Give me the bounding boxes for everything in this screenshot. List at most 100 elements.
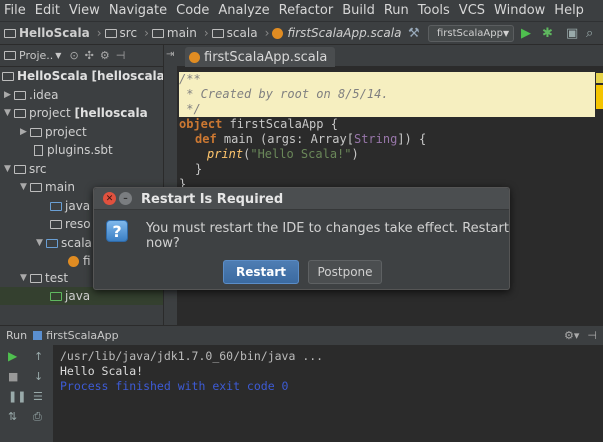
- run-panel-label: Run: [6, 329, 28, 342]
- menu-run[interactable]: Run: [384, 3, 409, 18]
- code-line: */: [179, 102, 201, 116]
- menu-analyze[interactable]: Analyze: [218, 3, 269, 18]
- tree-node-idea[interactable]: ▶ .idea: [4, 86, 59, 104]
- scala-run-icon: [33, 331, 43, 340]
- build-icon[interactable]: ⚒: [408, 26, 420, 41]
- triangle-down-icon[interactable]: ▼: [20, 273, 30, 283]
- run-configuration-select[interactable]: firstScalaApp ▼: [428, 25, 514, 42]
- code-line: print("Hello Scala!"): [207, 147, 359, 161]
- soft-wrap-icon[interactable]: ☰: [33, 390, 43, 403]
- breadcrumb-scala[interactable]: scala: [211, 26, 258, 40]
- warning-marker[interactable]: [596, 73, 603, 83]
- source-folder-icon: [50, 201, 62, 211]
- tree-node-test[interactable]: ▼ test: [20, 269, 68, 287]
- resources-folder-icon: [50, 219, 62, 229]
- settings-icon[interactable]: ✣: [85, 49, 94, 62]
- run-panel-header: Run firstScalaApp ⚙▾ ⊣: [0, 325, 603, 345]
- folder-icon: [14, 90, 26, 100]
- hide-panel-icon[interactable]: ⊣: [587, 329, 597, 342]
- project-structure-icon[interactable]: ▣: [566, 26, 578, 41]
- code-line: * Created by root on 8/5/14.: [179, 87, 389, 101]
- code-line: /**: [179, 72, 201, 86]
- breadcrumb-helloscala[interactable]: HelloScala: [4, 26, 90, 40]
- chevron-right-icon: ›: [144, 26, 149, 40]
- restart-button[interactable]: Restart: [223, 260, 299, 284]
- debug-icon[interactable]: ✱: [542, 26, 553, 41]
- scroll-icon[interactable]: ⇥: [166, 49, 174, 60]
- tree-node-resources[interactable]: reso: [50, 215, 91, 233]
- tree-node-project[interactable]: ▶ project: [20, 123, 87, 141]
- triangle-right-icon[interactable]: ▶: [4, 90, 14, 100]
- menu-edit[interactable]: Edit: [35, 3, 60, 18]
- folder-icon: [4, 28, 16, 38]
- breadcrumb-main[interactable]: main: [151, 26, 197, 40]
- menu-window[interactable]: Window: [494, 3, 545, 18]
- folder-icon: [211, 28, 224, 38]
- menu-vcs[interactable]: VCS: [459, 3, 485, 18]
- folder-icon: [151, 28, 164, 38]
- tree-node-main-java[interactable]: java: [50, 197, 90, 215]
- console-line: Hello Scala!: [60, 364, 144, 378]
- folder-icon: [30, 182, 42, 192]
- run-console[interactable]: /usr/lib/java/jdk1.7.0_60/bin/java ... H…: [54, 345, 603, 442]
- triangle-down-icon[interactable]: ▼: [36, 238, 46, 248]
- menu-help[interactable]: Help: [554, 3, 584, 18]
- triangle-down-icon[interactable]: ▼: [4, 164, 14, 174]
- editor-tab-bar: firstScalaApp.scala: [177, 45, 603, 67]
- chevron-right-icon: ›: [264, 26, 270, 40]
- project-view-select[interactable]: Proje..: [19, 49, 53, 62]
- minimize-icon[interactable]: –: [119, 192, 132, 205]
- console-line: /usr/lib/java/jdk1.7.0_60/bin/java ...: [60, 349, 324, 363]
- folder-icon: [4, 51, 16, 60]
- run-config-tab[interactable]: firstScalaApp: [46, 329, 119, 342]
- menu-build[interactable]: Build: [342, 3, 375, 18]
- dialog-titlebar: ✕ – Restart Is Required: [94, 188, 509, 210]
- arrow-up-icon[interactable]: ↑: [34, 350, 43, 363]
- menu-file[interactable]: File: [4, 3, 26, 18]
- breadcrumb-file[interactable]: firstScalaApp.scala: [272, 26, 401, 40]
- tree-node-plugins-sbt[interactable]: plugins.sbt: [34, 141, 113, 159]
- breadcrumb-src[interactable]: src: [104, 26, 137, 40]
- stop-icon[interactable]: ■: [8, 370, 18, 383]
- postpone-button[interactable]: Postpone: [308, 260, 382, 284]
- menu-navigate[interactable]: Navigate: [109, 3, 167, 18]
- menu-refactor[interactable]: Refactor: [279, 3, 334, 18]
- tree-node-main[interactable]: ▼ main: [20, 178, 75, 196]
- menu-view[interactable]: View: [69, 3, 100, 18]
- triangle-down-icon[interactable]: ▼: [20, 182, 30, 192]
- source-folder-icon: [46, 238, 58, 248]
- tree-node-first-scala-app[interactable]: fi: [68, 252, 91, 270]
- search-icon[interactable]: ⌕: [586, 26, 593, 41]
- scala-object-icon: [272, 27, 284, 39]
- print-icon[interactable]: ⎙: [33, 410, 42, 424]
- close-icon[interactable]: ✕: [103, 192, 116, 205]
- triangle-down-icon[interactable]: ▼: [4, 108, 14, 118]
- project-panel-header: Proje.. ▼ ⊙ ✣ ⚙ ⊣: [0, 45, 163, 67]
- menu-code[interactable]: Code: [176, 3, 209, 18]
- arrow-down-icon[interactable]: ↓: [34, 370, 43, 383]
- scala-object-icon: [68, 255, 79, 267]
- file-icon: [34, 144, 43, 156]
- chevron-down-icon[interactable]: ▼: [55, 51, 61, 60]
- pause-icon[interactable]: ❚❚: [8, 390, 26, 403]
- tree-node-scala[interactable]: ▼ scala: [36, 234, 92, 252]
- tree-node-helloscala[interactable]: HelloScala [helloscala: [2, 67, 163, 85]
- warning-marker[interactable]: [596, 85, 603, 109]
- chevron-right-icon: ›: [203, 26, 209, 40]
- run-icon[interactable]: ▶: [521, 26, 531, 41]
- hide-panel-icon[interactable]: ⊣: [116, 49, 126, 62]
- restart-dialog: ✕ – Restart Is Required ? You must resta…: [93, 187, 510, 290]
- tree-node-src[interactable]: ▼ src: [4, 160, 47, 178]
- menu-tools[interactable]: Tools: [418, 3, 450, 18]
- gear-icon[interactable]: ⚙▾: [564, 329, 579, 342]
- target-icon[interactable]: ⊙: [69, 49, 78, 62]
- gear-icon[interactable]: ⚙: [100, 49, 110, 62]
- triangle-right-icon[interactable]: ▶: [20, 127, 30, 137]
- tab-first-scala-app[interactable]: firstScalaApp.scala: [185, 47, 336, 67]
- tree-node-project-module[interactable]: ▼ project [helloscala: [4, 104, 148, 122]
- rerun-icon[interactable]: ▶: [8, 349, 17, 363]
- dump-threads-icon[interactable]: ⇅: [8, 410, 17, 423]
- code-line: object firstScalaApp {: [179, 117, 338, 131]
- chevron-right-icon: ›: [96, 26, 102, 40]
- menu-bar: File Edit View Navigate Code Analyze Ref…: [0, 0, 603, 22]
